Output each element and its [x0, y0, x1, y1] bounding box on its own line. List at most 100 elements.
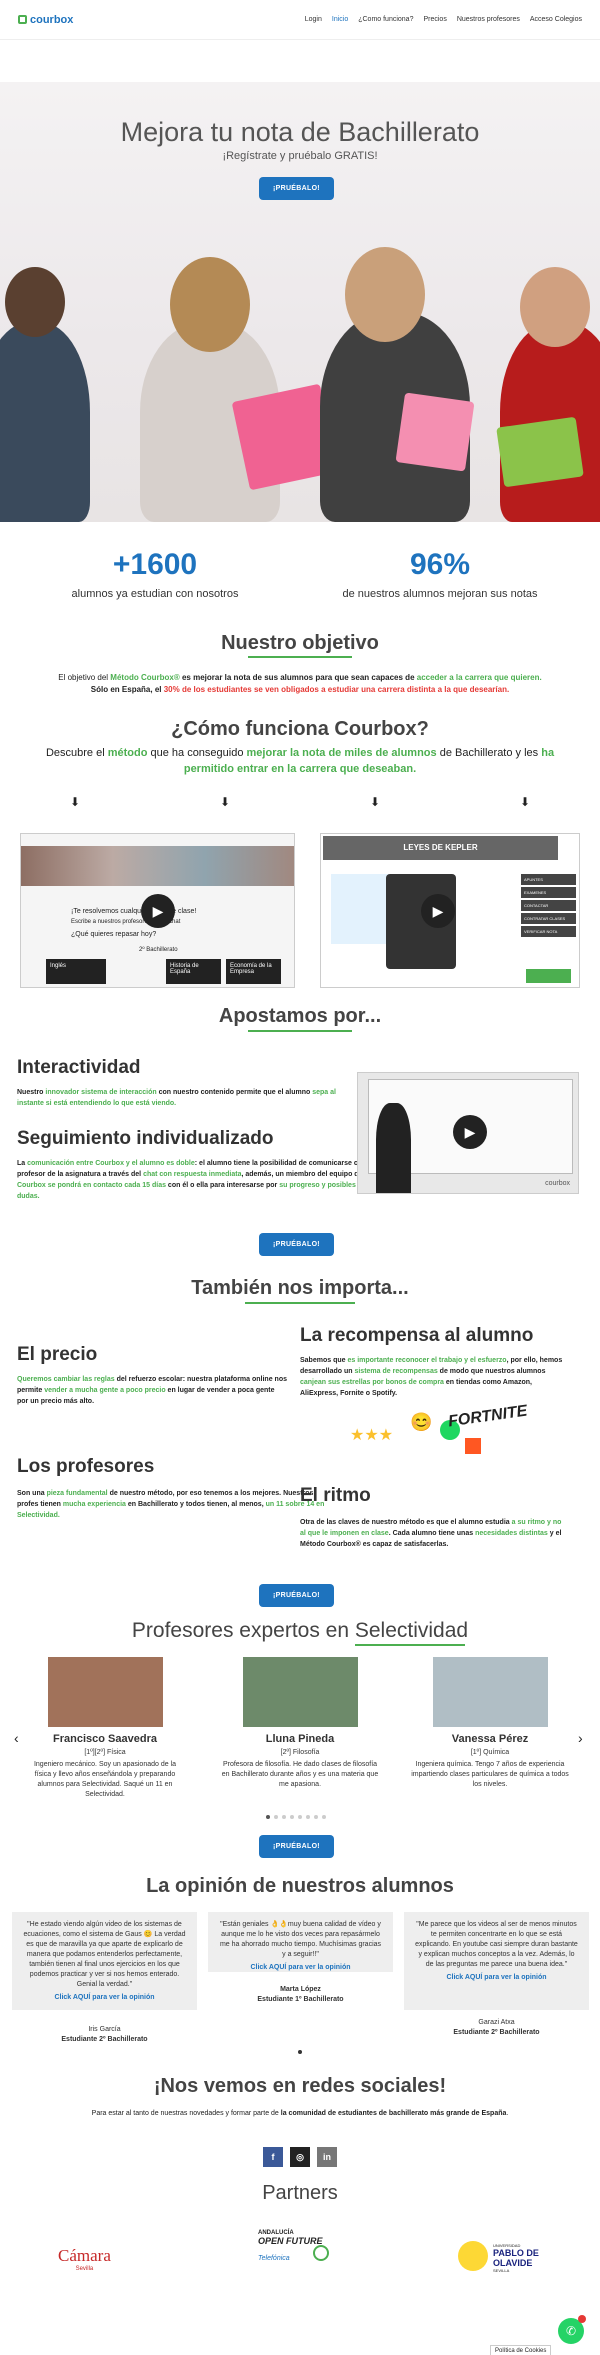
- review-author: Iris García Estudiante 2º Bachillerato: [61, 2026, 148, 2043]
- redes-text: Para estar al tanto de nuestras novedade…: [91, 2110, 509, 2117]
- play-icon[interactable]: ▶: [453, 1115, 487, 1149]
- site-header: courbox Login Inicio ¿Como funciona? Pre…: [0, 0, 600, 40]
- precio-title: El precio: [17, 1344, 98, 1365]
- nav-login[interactable]: Login: [305, 16, 322, 23]
- objetivo-title: Nuestro objetivo: [221, 632, 379, 654]
- linkedin-icon[interactable]: in: [317, 2147, 337, 2167]
- fortnite-logo: FORTNITE: [447, 1402, 529, 1431]
- video1-course: Inglés: [46, 959, 106, 984]
- selectividad-underline: [355, 1644, 465, 1646]
- teacher-desc: Ingeniero mecánico. Soy un apasionado de…: [33, 1761, 177, 1798]
- ritmo-text: Otra de las claves de nuestro método es …: [300, 1519, 562, 1548]
- profesores-expertos-title: Profesores expertos en Selectividad: [131, 1619, 469, 1642]
- importa-title: También nos importa...: [191, 1277, 409, 1299]
- facebook-icon[interactable]: f: [263, 2147, 283, 2167]
- arrow-down-icon: ⬇: [70, 795, 81, 809]
- review-author: Garazi Atxa Estudiante 2º Bachillerato: [453, 2019, 540, 2036]
- teacher-photo: [242, 1657, 358, 1727]
- carousel-next-icon[interactable]: ›: [578, 1730, 583, 1746]
- teacher-role: [1º] Química: [470, 1749, 510, 1756]
- profesores-text: Son una pieza fundamental de nuestro mét…: [17, 1490, 325, 1519]
- carousel-prev-icon[interactable]: ‹: [14, 1730, 19, 1746]
- stat-students-value: +1600: [112, 548, 198, 581]
- nav-acceso-colegios[interactable]: Acceso Colegios: [530, 16, 582, 23]
- video1-question: ¿Qué quieres repasar hoy?: [71, 931, 157, 938]
- stat-students: +1600 alumnos ya estudian con nosotros: [40, 548, 270, 600]
- teacher-name: Vanessa Pérez: [451, 1733, 529, 1745]
- importa-cta-button[interactable]: ¡PRUÉBALO!: [259, 1584, 334, 1607]
- hero-subtitle: ¡Regístrate y pruébalo GRATIS!: [222, 150, 378, 162]
- objetivo-text: El objetivo del Método Courbox® es mejor…: [58, 673, 542, 694]
- review-author: Marta López Estudiante 1º Bachillerato: [257, 1986, 344, 2003]
- nav-inicio[interactable]: Inicio: [332, 16, 348, 23]
- junta-andalucia-icon: [313, 2245, 329, 2261]
- feature-seguimiento-text: La comunicación entre Courbox y el alumn…: [17, 1160, 375, 1200]
- review-card: "He estado viendo algún video de los sis…: [12, 1912, 197, 2010]
- como-text: Descubre el método que ha conseguido mej…: [45, 747, 555, 775]
- nav-profesores[interactable]: Nuestros profesores: [457, 16, 520, 23]
- hero-title: Mejora tu nota de Bachillerato: [120, 117, 480, 147]
- video1-course: Economía de la Empresa: [226, 959, 281, 984]
- page: courbox Login Inicio ¿Como funciona? Pre…: [0, 0, 600, 2355]
- review-link[interactable]: Click AQUÍ para ver la opinión: [22, 1993, 187, 2003]
- importa-underline: [245, 1302, 355, 1304]
- recompensa-text: Sabemos que es importante reconocer el t…: [300, 1357, 563, 1397]
- teacher-photo: [47, 1657, 163, 1727]
- stat-improve-label: de nuestros alumnos mejoran sus notas: [342, 588, 538, 600]
- instagram-icon[interactable]: ◎: [290, 2147, 310, 2167]
- hero-cta-button[interactable]: ¡PRUÉBALO!: [259, 177, 334, 200]
- hero-students-image: [0, 222, 600, 522]
- feature-interactividad-text: Nuestro innovador sistema de interacción…: [17, 1089, 336, 1107]
- apostamos-underline: [248, 1030, 352, 1032]
- teacher-name: Francisco Saavedra: [53, 1733, 157, 1745]
- review-card: "Me parece que los videos al ser de meno…: [404, 1912, 589, 2010]
- main-nav: Login Inicio ¿Como funciona? Precios Nue…: [305, 16, 582, 23]
- review-link[interactable]: Click AQUÍ para ver la opinión: [218, 1963, 383, 1973]
- logo[interactable]: courbox: [18, 14, 73, 26]
- stat-improve-value: 96%: [409, 548, 471, 581]
- aliexpress-icon: [465, 1438, 481, 1454]
- play-icon[interactable]: ▶: [421, 894, 455, 928]
- partner-openfuture-logo[interactable]: ANDALUCÍA OPEN FUTURE Telefónica: [258, 2230, 323, 2262]
- video-como-funciona-1[interactable]: ¡Te resolvemos cualquier duda de clase! …: [20, 833, 295, 988]
- video1-text: ¡Te resolvemos cualquier duda de clase!: [71, 908, 197, 915]
- teacher-card[interactable]: Vanessa Pérez [1º] Química Ingeniera quí…: [410, 1657, 570, 1790]
- nav-como-funciona[interactable]: ¿Como funciona?: [358, 16, 413, 23]
- partner-upo-logo[interactable]: UNIVERSIDAD PABLO DE OLAVIDE SEVILLA: [493, 2243, 543, 2273]
- nav-precios[interactable]: Precios: [423, 16, 446, 23]
- partner-camara-logo[interactable]: Cámara Sevilla: [58, 2246, 111, 2272]
- review-link[interactable]: Click AQUÍ para ver la opinión: [414, 1973, 579, 1983]
- cookies-link[interactable]: Política de Cookies: [490, 2345, 552, 2355]
- video-como-funciona-2[interactable]: LEYES DE KEPLER APUNTES EXAMENES CONTACT…: [320, 833, 580, 988]
- precio-text: Queremos cambiar las reglas del refuerzo…: [17, 1376, 287, 1405]
- video2-menu: APUNTES EXAMENES CONTACTAR CONTRATAR CLA…: [521, 874, 576, 939]
- feature-seguimiento-title: Seguimiento individualizado: [17, 1128, 274, 1149]
- teacher-photo: [432, 1657, 548, 1727]
- hero: Mejora tu nota de Bachillerato ¡Regístra…: [0, 82, 600, 522]
- ritmo-title: El ritmo: [300, 1485, 371, 1506]
- arrow-down-icon: ⬇: [370, 795, 381, 809]
- profesores-title: Los profesores: [17, 1456, 155, 1477]
- opinion-dot[interactable]: [298, 2050, 302, 2054]
- redes-title: ¡Nos vemos en redes sociales!: [153, 2075, 447, 2097]
- video-apostamos[interactable]: ▶ courbox: [357, 1072, 579, 1194]
- teacher-desc: Profesora de filosofía. He dado clases d…: [221, 1761, 379, 1788]
- recompensa-title: La recompensa al alumno: [300, 1325, 534, 1346]
- play-icon[interactable]: ▶: [141, 894, 175, 928]
- como-title: ¿Cómo funciona Courbox?: [171, 718, 429, 740]
- video2-title: LEYES DE KEPLER: [323, 836, 558, 860]
- logo-icon: [18, 15, 27, 24]
- teacher-card[interactable]: Lluna Pineda [2º] Filosofía Profesora de…: [220, 1657, 380, 1790]
- teacher-role: [1º][2º] Física: [84, 1749, 126, 1756]
- teacher-role: [2º] Filosofía: [280, 1749, 320, 1756]
- video1-course: Historia de España: [166, 959, 221, 984]
- objetivo-underline: [248, 656, 352, 658]
- video1-tag: 2º Bachillerato: [139, 947, 178, 953]
- stat-students-label: alumnos ya estudian con nosotros: [71, 588, 239, 600]
- emoji-icon: 😊: [410, 1412, 433, 1432]
- apostamos-cta-button[interactable]: ¡PRUÉBALO!: [259, 1233, 334, 1256]
- logo-text: courbox: [30, 13, 74, 26]
- arrow-down-icon: ⬇: [520, 795, 531, 809]
- teacher-card[interactable]: Francisco Saavedra [1º][2º] Física Ingen…: [25, 1657, 185, 1800]
- profesores-cta-button[interactable]: ¡PRUÉBALO!: [259, 1835, 334, 1858]
